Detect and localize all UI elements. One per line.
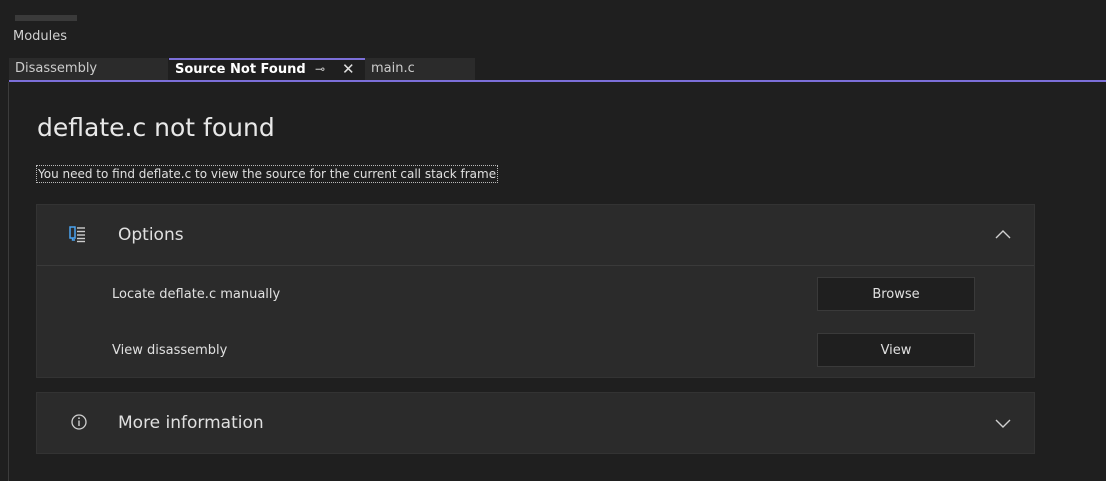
more-info-panel-title: More information bbox=[118, 413, 264, 433]
more-info-panel[interactable]: More information bbox=[36, 392, 1035, 454]
chevron-down-icon[interactable] bbox=[994, 416, 1012, 430]
info-icon bbox=[71, 414, 87, 430]
chevron-up-icon[interactable] bbox=[994, 227, 1012, 241]
top-toolbar-strip: Modules bbox=[0, 0, 1106, 44]
options-panel-header[interactable]: Options bbox=[37, 205, 1034, 265]
tab-source-not-found[interactable]: Source Not Found ⊸ ✕ bbox=[169, 58, 365, 80]
tab-label: Disassembly bbox=[15, 61, 98, 76]
active-tab-underline bbox=[9, 80, 1106, 82]
page-subtitle: You need to find deflate.c to view the s… bbox=[35, 165, 499, 183]
editor-left-border bbox=[8, 82, 9, 481]
browse-button[interactable]: Browse bbox=[817, 277, 975, 311]
tab-disassembly[interactable]: Disassembly bbox=[9, 58, 168, 80]
options-panel-title: Options bbox=[118, 225, 184, 245]
view-button[interactable]: View bbox=[817, 333, 975, 367]
pin-icon[interactable]: ⊸ bbox=[315, 60, 325, 79]
options-list-icon bbox=[69, 226, 85, 243]
view-disassembly-label: View disassembly bbox=[112, 343, 228, 358]
modules-panel-label[interactable]: Modules bbox=[13, 29, 67, 44]
tab-label: main.c bbox=[371, 61, 415, 76]
locate-manually-label: Locate deflate.c manually bbox=[112, 287, 281, 302]
close-icon[interactable]: ✕ bbox=[342, 60, 355, 79]
tab-main-c[interactable]: main.c bbox=[365, 58, 475, 80]
panel-divider bbox=[37, 265, 1034, 266]
drag-handle[interactable] bbox=[15, 15, 77, 21]
page-title: deflate.c not found bbox=[37, 113, 275, 142]
tab-label: Source Not Found bbox=[175, 62, 306, 77]
options-panel: Options Locate deflate.c manually Browse… bbox=[36, 204, 1035, 378]
